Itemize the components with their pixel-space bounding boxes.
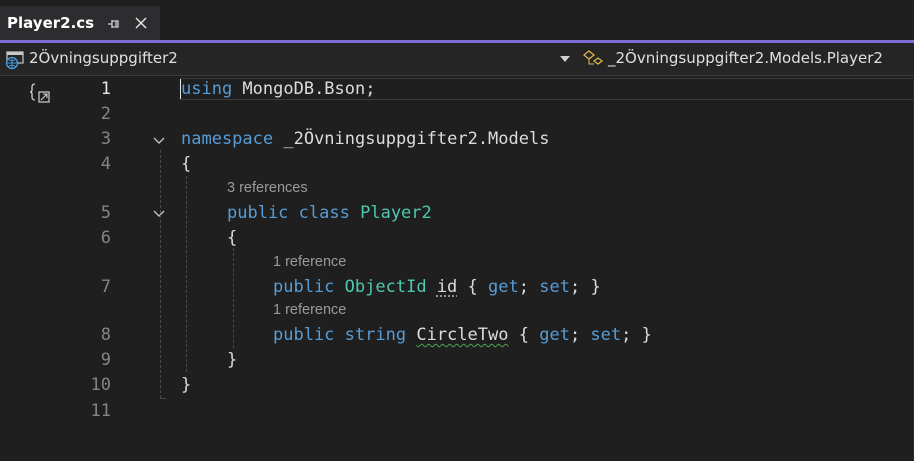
- identifier: id: [436, 277, 458, 297]
- line-number: 2: [100, 104, 111, 124]
- keyword: public: [273, 325, 335, 345]
- codelens-references[interactable]: 1 reference: [273, 302, 346, 318]
- brace: }: [641, 325, 652, 345]
- line-number: 1: [100, 79, 111, 99]
- keyword: get: [488, 277, 519, 297]
- class-icon: [582, 50, 604, 65]
- tab-title: Player2.cs: [7, 14, 95, 32]
- indent-guide: [186, 176, 187, 372]
- line-number: 7: [100, 277, 111, 297]
- document-tab[interactable]: Player2.cs: [0, 6, 160, 40]
- keyword: set: [539, 277, 570, 297]
- type-name: ObjectId: [344, 277, 427, 297]
- type-name: _2Övningsuppgifter2.Models.Player2: [608, 49, 883, 67]
- code-line-9: }: [227, 350, 238, 370]
- project-dropdown[interactable]: 2Övningsuppgifter2: [2, 46, 574, 72]
- code-text: _2Övningsuppgifter2.Models: [273, 129, 550, 149]
- keyword: set: [590, 325, 622, 345]
- fold-chevron-icon[interactable]: [153, 210, 165, 218]
- brace: {: [518, 325, 529, 345]
- brace: {: [467, 277, 478, 297]
- code-line-7: public ObjectId id { get; set; }: [273, 277, 601, 297]
- code-text: MongoDB.Bson;: [232, 79, 376, 99]
- type-name: Player2: [360, 203, 432, 223]
- editor-margin: [0, 76, 28, 461]
- fold-chevron-icon[interactable]: [153, 137, 165, 145]
- fold-region-end: [160, 398, 166, 399]
- close-icon[interactable]: [134, 16, 148, 30]
- code-line-4: {: [181, 154, 192, 174]
- project-name: 2Övningsuppgifter2: [29, 49, 178, 67]
- code-line-6: {: [227, 228, 238, 248]
- code-line-8: public string CircleTwo { get; set; }: [273, 325, 652, 345]
- line-number: 5: [100, 203, 111, 223]
- line-number: 6: [100, 228, 111, 248]
- code-line-1: using MongoDB.Bson;: [181, 79, 375, 99]
- pin-icon[interactable]: [107, 17, 121, 31]
- type-dropdown[interactable]: _2Övningsuppgifter2.Models.Player2: [580, 46, 910, 72]
- keyword: public: [227, 203, 289, 223]
- keyword: class: [298, 203, 350, 223]
- keyword: using: [181, 79, 233, 99]
- indent-guide: [233, 248, 234, 348]
- keyword: get: [539, 325, 570, 345]
- fold-region-guide: [160, 150, 161, 398]
- code-line-5: public class Player2: [227, 203, 432, 223]
- line-number: 9: [100, 350, 111, 370]
- navigation-bar: 2Övningsuppgifter2 _2Övningsuppgifter2.M…: [0, 43, 914, 76]
- keyword: public: [273, 277, 335, 297]
- chevron-down-icon[interactable]: [560, 56, 570, 62]
- code-line-10: }: [181, 375, 192, 395]
- codelens-icon[interactable]: [28, 82, 52, 104]
- brace: }: [590, 277, 601, 297]
- document-tab-strip: Player2.cs: [0, 0, 914, 40]
- codelens-references[interactable]: 1 reference: [273, 254, 346, 270]
- project-icon: [5, 51, 24, 70]
- code-editor[interactable]: 1 2 3 4 5 6 7 8 9 10 11 using MongoDB.Bs…: [0, 76, 914, 461]
- line-number: 11: [90, 401, 111, 421]
- code-line-3: namespace _2Övningsuppgifter2.Models: [181, 129, 549, 149]
- line-number: 8: [100, 325, 111, 345]
- line-number: 3: [100, 129, 111, 149]
- identifier: CircleTwo: [416, 325, 509, 345]
- codelens-references[interactable]: 3 references: [227, 180, 308, 196]
- line-number: 4: [100, 154, 111, 174]
- keyword: string: [344, 325, 407, 345]
- keyword: namespace: [181, 129, 274, 149]
- line-number: 10: [90, 375, 111, 395]
